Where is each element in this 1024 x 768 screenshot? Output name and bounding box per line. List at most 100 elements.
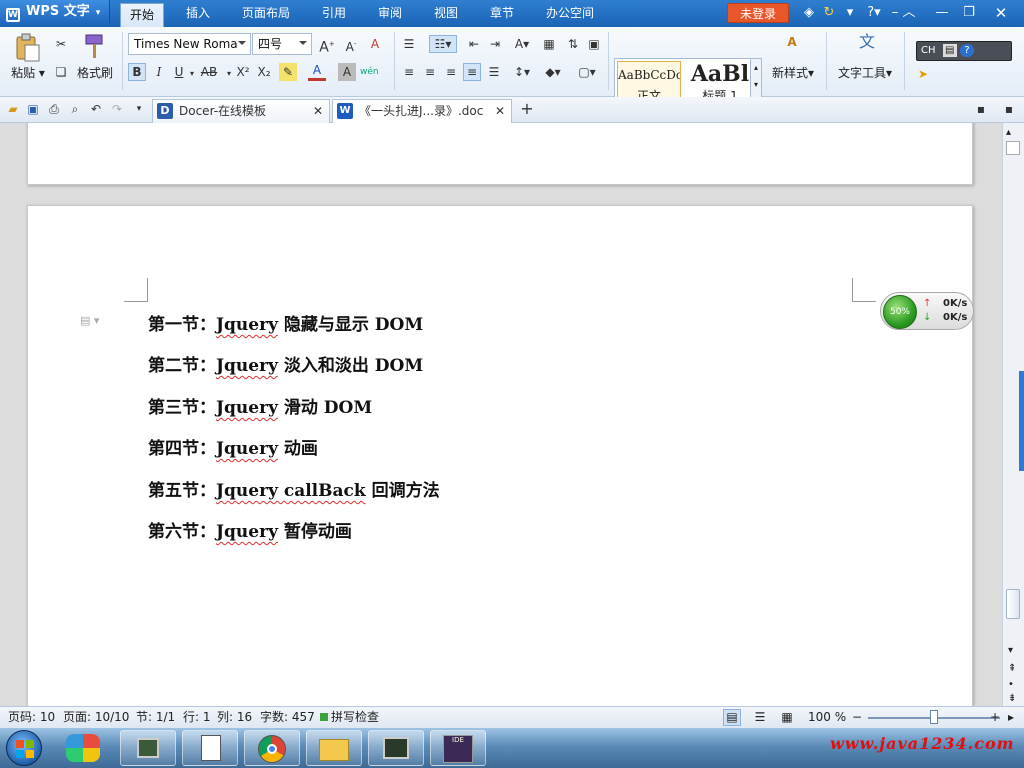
font-color-icon[interactable]: A <box>308 63 326 81</box>
table-icon[interactable]: ▦ <box>540 35 558 53</box>
numbered-list-icon[interactable]: ☷▾ <box>429 35 457 53</box>
paragraph-handle-icon[interactable]: ▤ ▾ <box>80 314 99 327</box>
section-heading[interactable]: 第六节：Jquery 暂停动画 <box>148 517 352 542</box>
vertical-scrollbar[interactable]: ▴ ▾ ⇞ • ⇟ <box>1002 123 1024 706</box>
section-heading[interactable]: 第四节：Jquery 动画 <box>148 434 318 459</box>
chevron-down-icon[interactable]: ▾ <box>130 100 148 118</box>
subscript-button[interactable]: X₂ <box>255 63 273 81</box>
help-icon[interactable]: ? <box>959 44 974 57</box>
scroll-down-icon[interactable]: ▾ <box>1008 645 1013 656</box>
page-view-icon[interactable]: ▤ <box>723 709 741 726</box>
font-name-select[interactable]: Times New Roma <box>128 33 251 55</box>
ime-toolbar[interactable]: CH ▤ ? <box>916 41 1012 61</box>
char-shading-icon[interactable]: A <box>338 63 356 81</box>
paste-button[interactable]: 粘贴 ▾ <box>8 65 48 81</box>
open-folder-icon[interactable]: ▰ <box>4 100 22 118</box>
redo-icon[interactable]: ↷ <box>108 100 126 118</box>
taskbar-app-editor[interactable] <box>182 730 238 766</box>
align-center-icon[interactable]: ≡ <box>421 63 439 81</box>
new-style-icon[interactable]: A <box>780 33 804 51</box>
text-tools-icon[interactable]: 文 <box>854 33 880 51</box>
network-speed-widget[interactable]: 50% ↑ ↓ 0K/s 0K/s <box>880 292 974 330</box>
justify-icon[interactable]: ≡ <box>463 63 481 81</box>
zoom-value[interactable]: 100 % <box>808 707 846 728</box>
status-word-count[interactable]: 字数: 457 <box>260 707 315 728</box>
line-spacing-icon[interactable]: ↕▾ <box>510 63 534 81</box>
format-painter-icon[interactable] <box>82 33 108 61</box>
zoom-slider-thumb[interactable] <box>930 710 938 724</box>
web-view-icon[interactable]: ▦ <box>778 709 796 726</box>
restore-icon[interactable]: ❐ <box>960 4 978 22</box>
status-page-code[interactable]: 页码: 10 <box>8 707 55 728</box>
bullet-list-icon[interactable]: ☰ <box>400 35 418 53</box>
zoom-out-icon[interactable]: − <box>852 707 862 728</box>
shading-icon[interactable]: ◆▾ <box>540 63 566 81</box>
tab-view[interactable]: 视图 <box>424 0 468 27</box>
text-direction-icon[interactable]: A▾ <box>510 35 534 53</box>
minimize-icon[interactable]: — <box>933 4 951 22</box>
tab-review[interactable]: 审阅 <box>368 0 412 27</box>
status-col[interactable]: 列: 16 <box>217 707 252 728</box>
refresh-icon[interactable]: ↻ <box>820 4 838 22</box>
tab-page-layout[interactable]: 页面布局 <box>236 0 296 27</box>
scroll-top-icon[interactable]: ▴ <box>1006 127 1011 138</box>
expand-icon[interactable]: ▸ <box>1008 707 1014 728</box>
app-menu-button[interactable]: W WPS 文字 ▾ <box>0 0 110 23</box>
superscript-button[interactable]: X² <box>234 63 252 81</box>
taskbar-app-chrome[interactable] <box>244 730 300 766</box>
close-icon[interactable]: ✕ <box>992 4 1010 22</box>
format-painter-button[interactable]: 格式刷 <box>74 65 116 81</box>
tab-insert[interactable]: 插入 <box>176 0 220 27</box>
select-cursor-icon[interactable]: ➤ <box>914 65 932 83</box>
clear-format-icon[interactable]: A <box>366 35 384 53</box>
status-section[interactable]: 节: 1/1 <box>136 707 175 728</box>
save-icon[interactable]: ▣ <box>24 100 42 118</box>
phonetic-guide-icon[interactable]: wén <box>360 63 379 81</box>
section-heading[interactable]: 第三节：Jquery 滑动 DOM <box>148 393 372 418</box>
login-button[interactable]: 未登录 <box>727 3 789 23</box>
outline-view-icon[interactable]: ☰ <box>751 709 769 726</box>
close-tab-icon[interactable]: ✕ <box>495 100 505 122</box>
prev-page-icon[interactable]: ⇞ <box>1008 663 1016 674</box>
skin-icon[interactable]: ◈ <box>800 4 818 22</box>
start-button[interactable] <box>6 730 42 766</box>
browse-object-icon[interactable]: • <box>1008 679 1014 690</box>
highlight-icon[interactable]: ✎ <box>279 63 297 81</box>
side-panel-toggle[interactable] <box>1019 371 1024 471</box>
status-spell-check[interactable]: 拼写检查 <box>331 707 379 728</box>
new-tab-icon[interactable]: + <box>518 100 536 118</box>
tab-home[interactable]: 开始 <box>120 3 164 27</box>
scrollbar-thumb[interactable] <box>1006 589 1020 619</box>
close-doc-icon[interactable]: ▪ <box>1000 100 1018 118</box>
tab-current-doc[interactable]: W 《一头扎进J...录》.doc ✕ <box>332 99 512 123</box>
tab-office-space[interactable]: 办公空间 <box>540 0 600 27</box>
shirt-icon[interactable]: ▾ <box>841 4 859 22</box>
taskbar-app-terminal[interactable] <box>120 730 176 766</box>
increase-indent-icon[interactable]: ⇥ <box>486 35 504 53</box>
paste-icon[interactable] <box>15 33 41 63</box>
font-size-select[interactable]: 四号 <box>252 33 312 55</box>
taskbar-app-recorder[interactable] <box>368 730 424 766</box>
zoom-in-icon[interactable]: + <box>990 707 1000 728</box>
text-tools-button[interactable]: 文字工具▾ <box>832 65 898 81</box>
next-page-icon[interactable]: ⇟ <box>1008 693 1016 704</box>
close-tab-icon[interactable]: ✕ <box>313 100 323 122</box>
previous-page[interactable] <box>27 123 973 185</box>
ime-pad-icon[interactable]: ▤ <box>942 44 957 57</box>
distribute-icon[interactable]: ☰ <box>485 63 503 81</box>
sort-icon[interactable]: ⇅ <box>564 35 582 53</box>
grow-font-icon[interactable]: A+ <box>318 35 336 56</box>
align-right-icon[interactable]: ≡ <box>442 63 460 81</box>
undo-icon[interactable]: ↶ <box>87 100 105 118</box>
app-launcher-icon[interactable] <box>66 734 100 762</box>
section-heading[interactable]: 第二节：Jquery 淡入和淡出 DOM <box>148 351 423 376</box>
show-marks-icon[interactable]: ▣ <box>585 35 603 53</box>
bold-button[interactable]: B <box>128 63 146 81</box>
copy-icon[interactable]: ❏ <box>52 63 70 81</box>
help-icon[interactable]: ?▾ <box>862 4 886 22</box>
tab-references[interactable]: 引用 <box>312 0 356 27</box>
section-heading[interactable]: 第一节：Jquery 隐藏与显示 DOM <box>148 310 423 335</box>
taskbar-app-java-ide[interactable]: IDE <box>430 730 486 766</box>
collapse-icon[interactable]: ︿ <box>900 4 918 22</box>
tab-docer-templates[interactable]: D Docer-在线模板 ✕ <box>152 99 330 123</box>
